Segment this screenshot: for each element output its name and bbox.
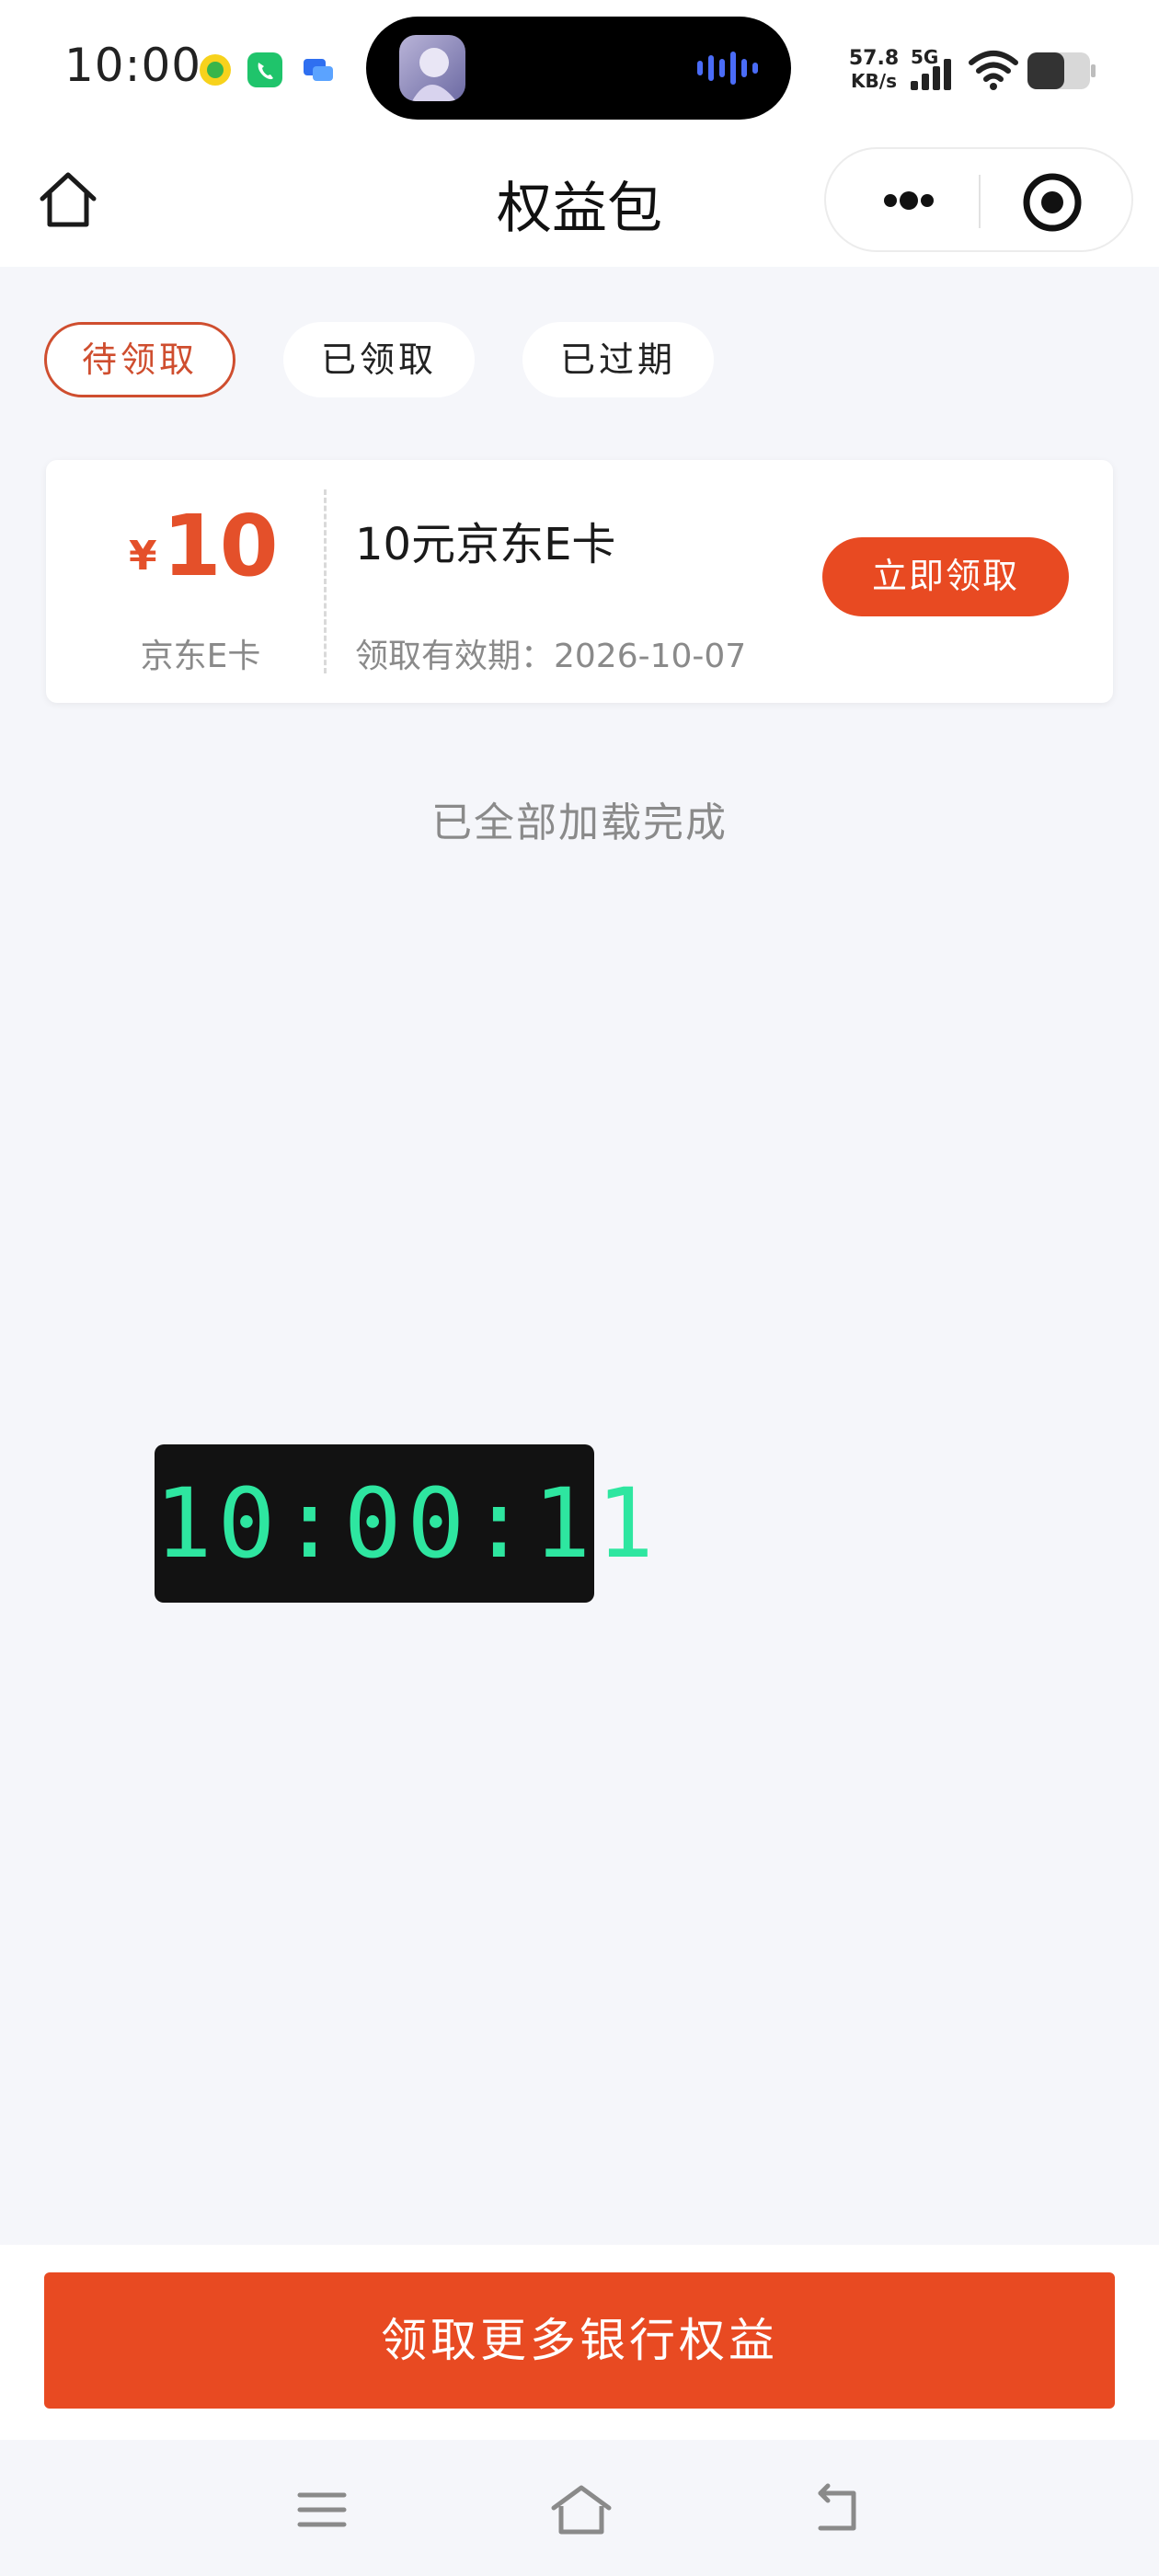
- wifi-icon: [969, 51, 1018, 90]
- status-bar: 10:00 57.8 KB/s 5G: [0, 0, 1159, 138]
- coupon-divider: [324, 489, 327, 673]
- system-home-icon: [551, 2485, 612, 2535]
- coupon-type: 京东E卡: [140, 638, 261, 675]
- floating-clock: 10:00:11: [155, 1444, 660, 1603]
- bottom-bar: 领取更多银行权益: [0, 2245, 1159, 2440]
- audio-wave-icon: [697, 52, 758, 85]
- tab-claimed[interactable]: 已领取: [283, 322, 475, 397]
- menu-icon: [297, 2492, 347, 2527]
- mini-program-capsule: [824, 147, 1133, 252]
- system-navigation-bar: [0, 2440, 1159, 2576]
- network-speed-value: 57.8: [848, 47, 900, 70]
- status-time: 10:00: [64, 39, 202, 92]
- clock-time: 10:00:11: [155, 1467, 660, 1580]
- coupon-validity: 领取有效期：2026-10-07: [355, 638, 747, 675]
- battery-icon: [1027, 52, 1096, 89]
- back-icon: [818, 2483, 856, 2531]
- phone-app-icon: [247, 52, 283, 88]
- system-home-button[interactable]: [548, 2480, 612, 2539]
- message-app-icon: [300, 52, 337, 88]
- coupon-card: ¥10 京东E卡 10元京东E卡 领取有效期：2026-10-07 立即领取: [46, 460, 1113, 703]
- navigation-bar: 权益包: [0, 138, 1159, 267]
- notification-app-icon: [197, 52, 234, 88]
- music-cover-icon: [399, 35, 465, 101]
- close-mini-program-button[interactable]: [1019, 169, 1085, 236]
- back-button[interactable]: [808, 2480, 866, 2539]
- target-close-icon: [1023, 173, 1082, 232]
- tab-pending[interactable]: 待领取: [44, 322, 235, 397]
- capsule-divider: [979, 175, 981, 228]
- more-bank-rights-button[interactable]: 领取更多银行权益: [44, 2272, 1115, 2409]
- claim-now-button[interactable]: 立即领取: [822, 537, 1069, 616]
- signal-icon: [911, 59, 951, 90]
- network-speed-unit: KB/s: [851, 70, 897, 92]
- tab-expired[interactable]: 已过期: [522, 322, 714, 397]
- more-dots-icon: [884, 191, 934, 210]
- recent-apps-button[interactable]: [293, 2480, 351, 2539]
- coupon-amount: ¥10: [129, 497, 279, 595]
- list-end-text: 已全部加载完成: [431, 799, 728, 846]
- network-speed: 57.8 KB/s: [844, 47, 903, 93]
- more-button[interactable]: [854, 167, 964, 234]
- dynamic-island[interactable]: [366, 17, 791, 120]
- currency-symbol: ¥: [129, 533, 157, 580]
- coupon-amount-value: 10: [162, 497, 279, 595]
- coupon-title: 10元京东E卡: [355, 519, 616, 570]
